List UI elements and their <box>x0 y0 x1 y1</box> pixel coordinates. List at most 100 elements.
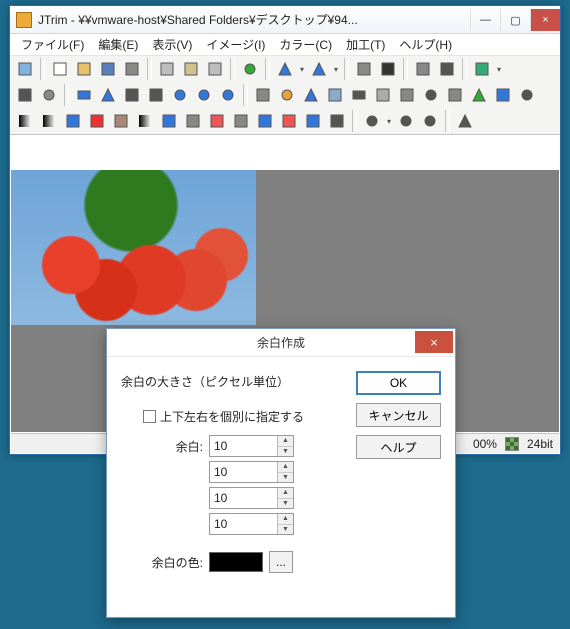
fliph-icon[interactable] <box>121 84 143 106</box>
save-icon[interactable] <box>97 58 119 80</box>
rgb-icon[interactable] <box>158 110 180 132</box>
scanner-icon[interactable] <box>14 58 36 80</box>
menu-edit[interactable]: 編集(E) <box>91 34 145 55</box>
cut-icon[interactable] <box>204 58 226 80</box>
individual-checkbox[interactable] <box>143 410 156 423</box>
dropdown-arrow-icon[interactable]: ▾ <box>385 110 393 132</box>
dropdown-arrow-icon[interactable]: ▾ <box>495 58 503 80</box>
zoomout-icon[interactable] <box>395 110 417 132</box>
minimize-button[interactable]: — <box>470 9 500 31</box>
resize-icon[interactable] <box>353 58 375 80</box>
wavefx-icon[interactable] <box>348 84 370 106</box>
print-icon[interactable] <box>121 58 143 80</box>
emboss-icon[interactable] <box>372 84 394 106</box>
close-button[interactable]: × <box>530 9 560 31</box>
blur-icon[interactable] <box>396 84 418 106</box>
dropdown-arrow-icon[interactable]: ▾ <box>298 58 306 80</box>
gradient1-icon[interactable] <box>14 110 36 132</box>
xor-icon[interactable] <box>302 110 324 132</box>
separator-icon <box>445 110 450 132</box>
gray-icon[interactable] <box>134 110 156 132</box>
margin-size-label: 余白の大きさ（ピクセル単位） <box>121 373 441 390</box>
individual-checkbox-label: 上下左右を個別に指定する <box>160 408 304 425</box>
flipv-icon[interactable] <box>145 84 167 106</box>
redblue-icon[interactable] <box>254 110 276 132</box>
toolbars: ▾ ▾ ▾ ▾ <box>10 56 560 135</box>
margin-spinner-1[interactable]: 10 ▲▼ <box>209 435 294 457</box>
sepia-icon[interactable] <box>110 110 132 132</box>
border-icon[interactable] <box>492 84 514 106</box>
margin-spinner-4[interactable]: 10 ▲▼ <box>209 513 294 535</box>
spinner-arrows-icon[interactable]: ▲▼ <box>277 462 293 482</box>
redo-icon[interactable] <box>308 58 330 80</box>
hue-icon[interactable] <box>86 110 108 132</box>
gamma-icon[interactable] <box>182 110 204 132</box>
spinner-arrows-icon[interactable]: ▲▼ <box>277 514 293 534</box>
menu-view[interactable]: 表示(V) <box>145 34 199 55</box>
rotl-icon[interactable] <box>169 84 191 106</box>
grid-icon[interactable] <box>412 58 434 80</box>
filmstrip-icon[interactable] <box>436 58 458 80</box>
maximize-button[interactable]: ▢ <box>500 9 530 31</box>
spiral-icon[interactable] <box>516 84 538 106</box>
color-swatch[interactable] <box>209 552 263 572</box>
zoomfit-icon[interactable] <box>419 110 441 132</box>
image-content <box>11 170 256 325</box>
menu-process[interactable]: 加工(T) <box>339 34 392 55</box>
dropdown-arrow-icon[interactable]: ▾ <box>332 58 340 80</box>
dialog-close-button[interactable]: × <box>415 331 453 353</box>
spinner-arrows-icon[interactable]: ▲▼ <box>277 488 293 508</box>
rotr-icon[interactable] <box>193 84 215 106</box>
dialog-titlebar[interactable]: 余白作成 × <box>107 329 455 357</box>
noise-icon[interactable] <box>230 110 252 132</box>
levels-icon[interactable] <box>62 110 84 132</box>
titlebar[interactable]: JTrim - ¥¥vmware-host¥Shared Folders¥デスク… <box>10 6 560 34</box>
new-icon[interactable] <box>49 58 71 80</box>
copy-icon[interactable] <box>156 58 178 80</box>
spinner-arrows-icon[interactable]: ▲▼ <box>277 436 293 456</box>
sun-icon[interactable] <box>276 84 298 106</box>
star-icon[interactable] <box>300 84 322 106</box>
separator-icon <box>403 58 408 80</box>
separator-icon <box>40 58 45 80</box>
zoomin-icon[interactable] <box>361 110 383 132</box>
rotate-icon[interactable] <box>217 84 239 106</box>
glass-icon[interactable] <box>324 84 346 106</box>
menu-help[interactable]: ヘルプ(H) <box>392 34 459 55</box>
separator-icon <box>265 58 270 80</box>
margin-spinner-3[interactable]: 10 ▲▼ <box>209 487 294 509</box>
menu-image[interactable]: イメージ(I) <box>199 34 272 55</box>
text-icon[interactable] <box>377 58 399 80</box>
invert-icon[interactable] <box>326 110 348 132</box>
separator-icon <box>462 58 467 80</box>
separator-icon <box>147 58 152 80</box>
undo-icon[interactable] <box>274 58 296 80</box>
paste-icon[interactable] <box>180 58 202 80</box>
menu-file[interactable]: ファイル(F) <box>14 34 91 55</box>
checker-icon[interactable] <box>278 110 300 132</box>
eyedropper-icon[interactable] <box>454 110 476 132</box>
app-icon <box>16 12 32 28</box>
pencil-icon[interactable] <box>468 84 490 106</box>
posterize-icon[interactable] <box>206 110 228 132</box>
separator-icon <box>352 110 357 132</box>
round-icon[interactable] <box>38 84 60 106</box>
rays-icon[interactable] <box>420 84 442 106</box>
crop-icon[interactable] <box>14 84 36 106</box>
gradient2-icon[interactable] <box>38 110 60 132</box>
presets-icon[interactable] <box>471 58 493 80</box>
frame-icon[interactable] <box>444 84 466 106</box>
menubar: ファイル(F) 編集(E) 表示(V) イメージ(I) カラー(C) 加工(T)… <box>10 34 560 56</box>
dialog-title: 余白作成 <box>257 334 305 351</box>
separator-icon <box>243 84 248 106</box>
wave-icon[interactable] <box>73 84 95 106</box>
margin-spinner-2[interactable]: 10 ▲▼ <box>209 461 294 483</box>
open-icon[interactable] <box>73 58 95 80</box>
color-picker-button[interactable]: ... <box>269 551 293 573</box>
menu-color[interactable]: カラー(C) <box>272 34 339 55</box>
shadow-icon[interactable] <box>252 84 274 106</box>
window-title: JTrim - ¥¥vmware-host¥Shared Folders¥デスク… <box>38 11 470 28</box>
paint-icon[interactable] <box>239 58 261 80</box>
shift-icon[interactable] <box>97 84 119 106</box>
status-swatch-icon <box>505 437 519 451</box>
